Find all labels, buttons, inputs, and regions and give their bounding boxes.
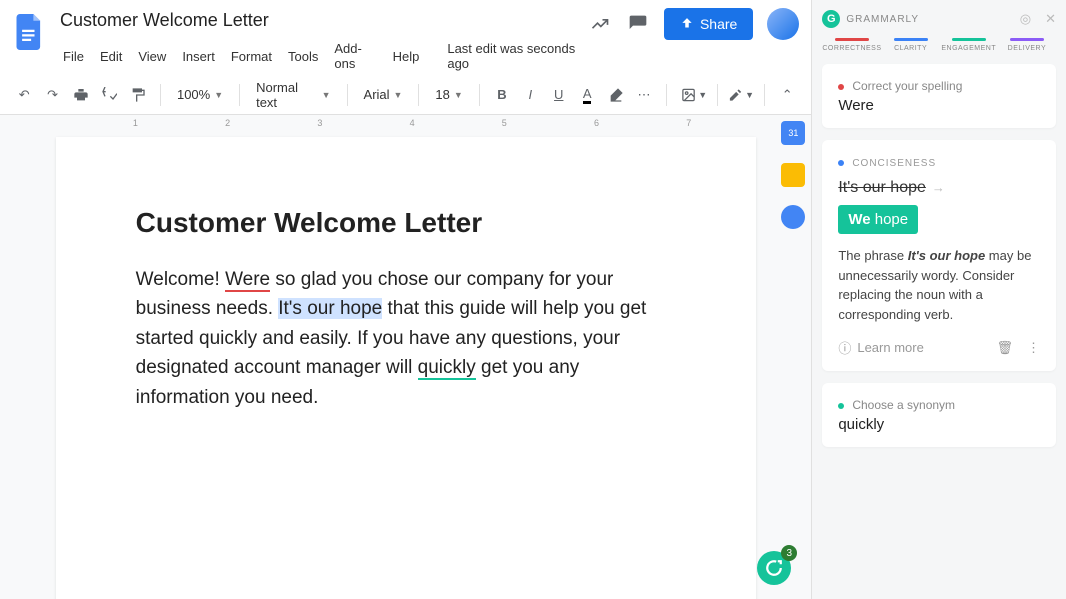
share-label: Share <box>700 16 737 32</box>
flag-clarity[interactable]: It's our hope <box>278 298 382 319</box>
learn-more[interactable]: ⓘLearn more <box>838 338 924 357</box>
dot-icon <box>838 160 844 166</box>
expand-icon[interactable]: ⌃ <box>775 81 799 109</box>
menu-tools[interactable]: Tools <box>281 45 325 68</box>
grammarly-fab[interactable]: 3 <box>757 551 791 585</box>
italic-icon[interactable]: I <box>518 81 542 109</box>
keep-icon[interactable] <box>781 163 805 187</box>
spellcheck-icon[interactable] <box>97 81 121 109</box>
menu-view[interactable]: View <box>131 45 173 68</box>
arrow-icon: → <box>932 180 945 195</box>
redo-icon[interactable]: ↷ <box>40 81 64 109</box>
dot-icon <box>838 84 844 90</box>
bold-icon[interactable]: B <box>490 81 514 109</box>
docs-app: Customer Welcome Letter File Edit View I… <box>0 0 811 599</box>
flag-engagement[interactable]: quickly <box>418 357 476 380</box>
flag-spelling[interactable]: Were <box>225 269 270 292</box>
share-button[interactable]: Share <box>664 8 753 40</box>
doc-body[interactable]: Welcome! Were so glad you chose our comp… <box>136 265 676 412</box>
menu-file[interactable]: File <box>56 45 91 68</box>
card-word: quickly <box>838 416 1040 433</box>
undo-icon[interactable]: ↶ <box>12 81 36 109</box>
target-icon[interactable]: ◎ <box>1020 11 1031 27</box>
avatar[interactable] <box>767 8 799 40</box>
docs-logo[interactable] <box>12 8 48 56</box>
style-dropdown[interactable]: Normal text▼ <box>250 76 337 114</box>
tasks-icon[interactable] <box>781 205 805 229</box>
tab-clarity[interactable]: CLARITY <box>882 38 940 52</box>
card-conciseness[interactable]: CONCISENESS It's our hope→ We hope The p… <box>822 140 1056 371</box>
font-size[interactable]: 18▼ <box>429 83 468 106</box>
header: Customer Welcome Letter File Edit View I… <box>0 0 811 75</box>
menu-insert[interactable]: Insert <box>175 45 222 68</box>
menu-addons[interactable]: Add-ons <box>327 37 383 75</box>
tab-delivery[interactable]: DELIVERY <box>998 38 1056 52</box>
font-dropdown[interactable]: Arial▼ <box>358 83 409 106</box>
grammarly-panel: G GRAMMARLY ◎ ✕ CORRECTNESS CLARITY ENGA… <box>811 0 1066 599</box>
print-icon[interactable] <box>69 81 93 109</box>
menu-format[interactable]: Format <box>224 45 279 68</box>
toolbar: ↶ ↷ 100%▼ Normal text▼ Arial▼ 18▼ B I U … <box>0 75 811 115</box>
canvas: 1 2 3 4 5 6 7 Customer Welcome Letter We… <box>0 115 811 599</box>
tab-correctness[interactable]: CORRECTNESS <box>822 38 881 52</box>
doc-heading[interactable]: Customer Welcome Letter <box>136 207 676 239</box>
title-area: Customer Welcome Letter File Edit View I… <box>56 8 588 75</box>
menu-bar: File Edit View Insert Format Tools Add-o… <box>56 37 588 75</box>
explanation: The phrase It's our hope may be unnecess… <box>838 246 1040 324</box>
zoom-dropdown[interactable]: 100%▼ <box>171 83 229 106</box>
grammarly-header: G GRAMMARLY ◎ ✕ <box>822 10 1056 28</box>
tab-engagement[interactable]: ENGAGEMENT <box>940 38 998 52</box>
dot-icon <box>838 403 844 409</box>
paint-format-icon[interactable] <box>126 81 150 109</box>
strike-text: It's our hope <box>838 179 926 197</box>
editing-mode-icon[interactable]: ▼ <box>728 81 754 109</box>
ruler[interactable]: 1 2 3 4 5 6 7 <box>0 115 811 131</box>
doc-title[interactable]: Customer Welcome Letter <box>56 8 588 33</box>
close-icon[interactable]: ✕ <box>1045 11 1056 27</box>
card-synonym[interactable]: Choose a synonym quickly <box>822 383 1056 447</box>
card-spelling[interactable]: Correct your spelling Were <box>822 64 1056 128</box>
menu-edit[interactable]: Edit <box>93 45 129 68</box>
grammarly-tabs: CORRECTNESS CLARITY ENGAGEMENT DELIVERY <box>822 38 1056 52</box>
more-icon[interactable]: ⋯ <box>632 81 656 109</box>
calendar-icon[interactable]: 31 <box>781 121 805 145</box>
trash-icon[interactable]: 🗑 <box>996 340 1013 356</box>
menu-help[interactable]: Help <box>386 45 427 68</box>
last-edit-text[interactable]: Last edit was seconds ago <box>440 37 588 75</box>
header-right: Share <box>588 8 799 40</box>
fab-count: 3 <box>781 545 797 561</box>
more-icon[interactable]: ⋮ <box>1027 340 1040 356</box>
text-color-icon[interactable]: A <box>575 81 599 109</box>
grammarly-title: GRAMMARLY <box>846 14 919 25</box>
highlight-icon[interactable] <box>603 81 627 109</box>
trend-icon[interactable] <box>588 12 612 36</box>
grammarly-mark-icon: G <box>822 10 840 28</box>
right-sidebar: 31 <box>781 121 805 229</box>
suggestion-chip[interactable]: We hope <box>838 205 918 234</box>
comment-icon[interactable] <box>626 12 650 36</box>
card-word: Were <box>838 97 1040 114</box>
page[interactable]: Customer Welcome Letter Welcome! Were so… <box>56 137 756 599</box>
underline-icon[interactable]: U <box>547 81 571 109</box>
image-tool-icon[interactable]: ▼ <box>681 81 707 109</box>
grammarly-logo[interactable]: G GRAMMARLY <box>822 10 919 28</box>
help-icon: ⓘ <box>838 338 851 357</box>
